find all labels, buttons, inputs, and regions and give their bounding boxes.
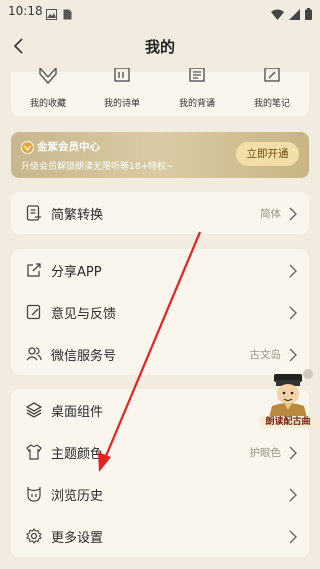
setting-label: 浏览历史 [51, 489, 104, 504]
setting-value: 简体 [260, 208, 281, 220]
shirt-icon [26, 444, 42, 460]
chevron-right-icon [288, 529, 298, 544]
recite-icon [187, 67, 207, 88]
setting-label: 意见与反馈 [51, 307, 117, 322]
quick-action-label: 我的诗单 [103, 99, 140, 109]
quick-action-label: 我的收藏 [29, 99, 66, 109]
chevron-right-icon [288, 347, 298, 362]
setting-label: 桌面组件 [51, 405, 104, 420]
quick-action-notes[interactable]: 我的笔记 [235, 67, 309, 116]
quick-actions-card: 我的收藏 我的诗单 我的背诵 我的笔记 [11, 66, 309, 116]
status-time: 10:18 [8, 4, 43, 18]
vip-badge-icon [21, 139, 34, 158]
chevron-right-icon [288, 206, 298, 221]
quick-action-recite[interactable]: 我的背诵 [160, 67, 234, 116]
setting-value: 古文岛 [249, 349, 282, 361]
vip-open-button[interactable]: 立即开通 [236, 142, 299, 166]
favorites-icon [38, 66, 58, 88]
setting-row-wechat[interactable]: 微信服务号 古文岛 [11, 333, 309, 375]
setting-value: 护眼色 [249, 447, 282, 459]
convert-icon [26, 205, 42, 221]
setting-label: 更多设置 [51, 531, 104, 546]
vip-title: 金紫会员中心 [37, 141, 100, 153]
wechat-user-icon [26, 346, 42, 362]
nav-bar: 我的 [0, 28, 320, 64]
page-title: 我的 [144, 38, 175, 56]
setting-label: 简繁转换 [51, 208, 104, 223]
setting-row-theme[interactable]: 主题颜色 护眼色 [11, 431, 309, 473]
setting-label: 微信服务号 [51, 349, 117, 364]
setting-row-feedback[interactable]: 意见与反馈 [11, 291, 309, 333]
signal-icon [289, 5, 300, 24]
history-icon [26, 486, 42, 502]
setting-label: 主题颜色 [51, 447, 104, 462]
vip-description: 升级会员解锁朗读无限听等18+特权~ [21, 162, 174, 172]
feedback-icon [26, 304, 42, 320]
status-bar: 10:18 [0, 0, 320, 24]
quick-action-poem-list[interactable]: 我的诗单 [85, 67, 159, 116]
poem-list-icon [112, 67, 132, 88]
share-card: 分享APP 意见与反馈 微信服务号 古文岛 [11, 249, 309, 375]
chevron-right-icon [288, 305, 298, 320]
photo-notification-icon [46, 5, 57, 24]
wifi-icon [271, 5, 284, 24]
chevron-right-icon [288, 263, 298, 278]
floating-recite-music-avatar[interactable]: 朗读配古曲 [260, 372, 316, 434]
setting-row-share[interactable]: 分享APP [11, 249, 309, 291]
quick-action-label: 我的笔记 [253, 99, 290, 109]
setting-row-history[interactable]: 浏览历史 [11, 473, 309, 515]
chevron-right-icon [288, 487, 298, 502]
gear-icon [26, 528, 42, 544]
setting-row-convert[interactable]: 简繁转换 简体 [11, 192, 309, 234]
quick-action-favorites[interactable]: 我的收藏 [11, 66, 85, 116]
floating-caption: 朗读配古曲 [260, 416, 316, 428]
convert-card: 简繁转换 简体 [11, 192, 309, 234]
chevron-right-icon [288, 445, 298, 460]
notes-icon [262, 67, 282, 88]
setting-label: 分享APP [51, 265, 102, 280]
widget-icon [25, 402, 43, 418]
setting-row-more[interactable]: 更多设置 [11, 515, 309, 557]
share-icon [26, 262, 42, 278]
vip-banner[interactable]: 金紫会员中心 升级会员解锁朗读无限听等18+特权~ 立即开通 [11, 132, 309, 178]
sim-icon [63, 5, 72, 24]
quick-action-label: 我的背诵 [178, 99, 215, 109]
battery-icon [305, 5, 312, 24]
